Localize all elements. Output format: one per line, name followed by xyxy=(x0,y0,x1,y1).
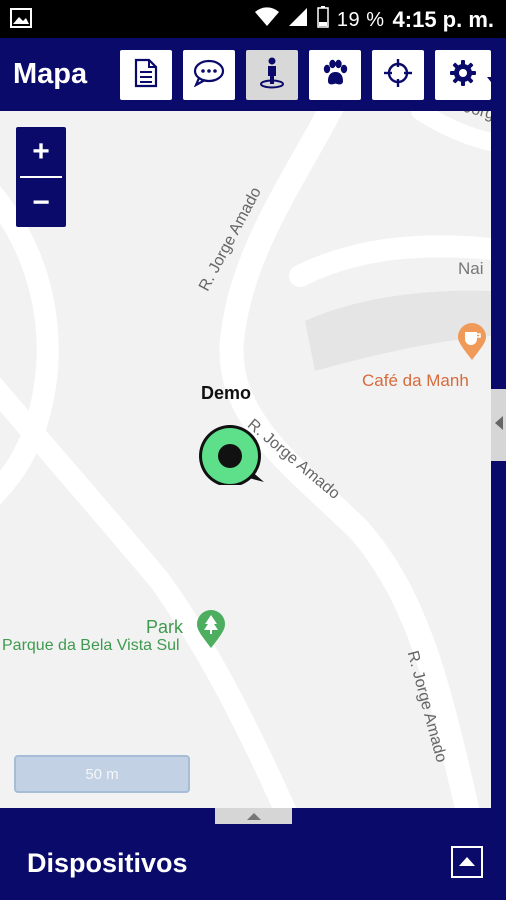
report-button[interactable] xyxy=(120,50,172,100)
zoom-out-button[interactable]: − xyxy=(16,178,66,227)
page-title: Mapa xyxy=(13,58,88,90)
device-marker[interactable] xyxy=(197,423,267,490)
battery-percent: 19 % xyxy=(336,8,385,31)
chevron-left-icon xyxy=(494,415,504,435)
map-view[interactable]: R. Jorge R. Jorge Amado R. Jorge Amado R… xyxy=(0,111,491,808)
clock: 4:15 p. m. xyxy=(392,7,494,32)
bottom-panel-handle[interactable] xyxy=(215,808,292,824)
messages-button[interactable] xyxy=(183,50,235,100)
device-label: Demo xyxy=(201,383,252,403)
app-bar: Mapa xyxy=(0,38,506,111)
chevron-down-icon xyxy=(487,70,495,88)
cafe-icon xyxy=(457,323,487,366)
signal-icon xyxy=(287,7,309,33)
triangle-up-icon xyxy=(459,853,475,871)
gear-icon xyxy=(449,59,477,92)
crosshair-icon xyxy=(383,58,413,93)
pets-button[interactable] xyxy=(309,50,361,100)
person-location-icon xyxy=(258,57,286,94)
expand-panel-button[interactable] xyxy=(451,846,483,878)
scale-bar: 50 m xyxy=(14,755,190,793)
image-notification-icon xyxy=(10,8,32,33)
poi-label: Nai xyxy=(458,259,484,278)
locate-button[interactable] xyxy=(372,50,424,100)
chevron-up-icon xyxy=(246,807,261,825)
poi-label: Parque da Bela Vista Sul xyxy=(2,637,180,654)
battery-icon xyxy=(317,6,329,34)
status-bar: 19 % 4:15 p. m. xyxy=(0,0,506,38)
settings-button[interactable] xyxy=(435,50,491,100)
person-location-button[interactable] xyxy=(246,50,298,100)
document-icon xyxy=(133,58,159,93)
wifi-icon xyxy=(254,7,279,33)
poi-label: Park xyxy=(146,617,184,637)
zoom-control: + − xyxy=(16,127,66,227)
poi-label: Café da Manh xyxy=(362,371,469,390)
devices-title: Dispositivos xyxy=(27,848,188,878)
side-panel-toggle[interactable] xyxy=(491,389,506,461)
chat-icon xyxy=(193,59,225,92)
paw-icon xyxy=(320,59,350,92)
zoom-in-button[interactable]: + xyxy=(16,127,66,176)
park-icon xyxy=(196,609,226,654)
